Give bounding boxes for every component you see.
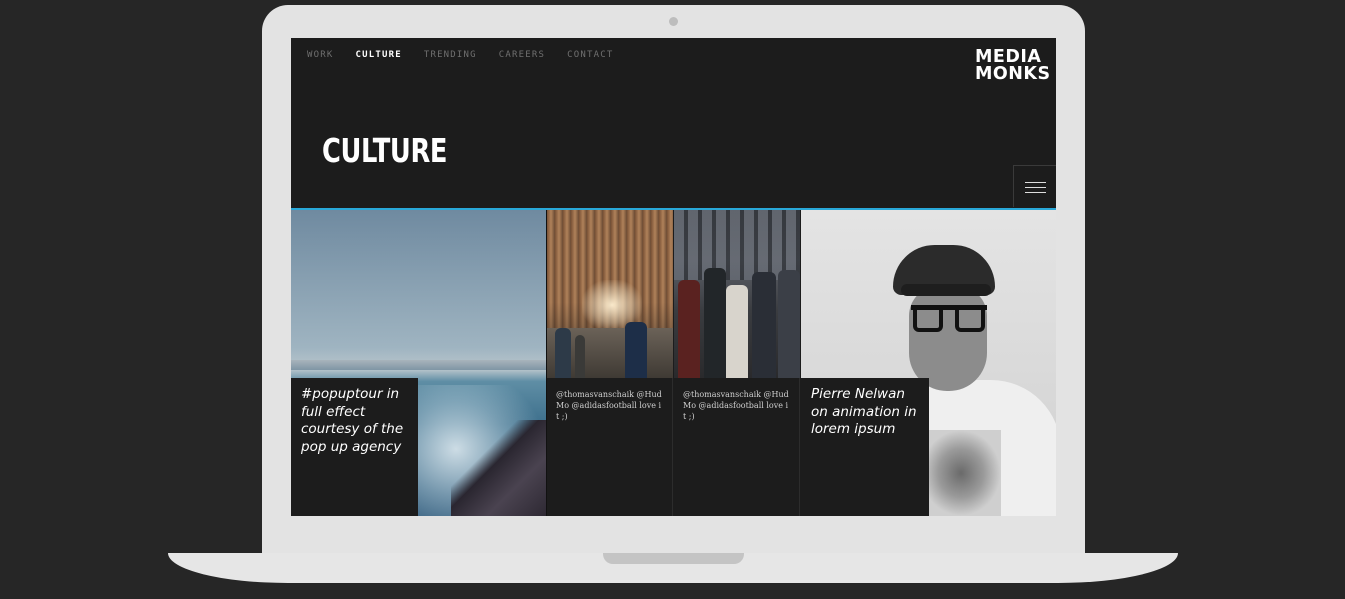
caption-text: Pierre Nelwan on animation in lorem ipsu… — [811, 386, 917, 437]
caption-text: @thomasvanschaik @HudMo @adidasfootball … — [683, 390, 789, 421]
caption-text: @thomasvanschaik @HudMo @adidasfootball … — [556, 390, 662, 421]
hangar-photo[interactable] — [547, 210, 673, 378]
laptop-notch — [603, 553, 744, 564]
tile-caption-1[interactable]: #popuptour in full effect courtesy of th… — [291, 378, 418, 516]
nav-culture[interactable]: CULTURE — [355, 50, 401, 60]
menu-button[interactable] — [1013, 165, 1056, 207]
culture-grid: #popuptour in full effect courtesy of th… — [291, 210, 1056, 516]
logo-line-2: MONKS — [975, 64, 1051, 84]
nav-contact[interactable]: CONTACT — [567, 50, 613, 60]
nav-trending[interactable]: TRENDING — [424, 50, 477, 60]
tile-caption-2[interactable]: @thomasvanschaik @HudMo @adidasfootball … — [547, 378, 673, 516]
camera-icon — [669, 17, 678, 26]
tile-caption-3[interactable]: @thomasvanschaik @HudMo @adidasfootball … — [674, 378, 800, 516]
page-title: CULTURE — [322, 131, 448, 170]
website-screen: WORK CULTURE TRENDING CAREERS CONTACT ME… — [291, 38, 1056, 516]
nav-careers[interactable]: CAREERS — [499, 50, 545, 60]
nav-work[interactable]: WORK — [307, 50, 333, 60]
tile-caption-4[interactable]: Pierre Nelwan on animation in lorem ipsu… — [801, 378, 929, 516]
mediamonks-logo[interactable]: MEDIA MONKS — [975, 48, 1051, 84]
caption-text: #popuptour in full effect courtesy of th… — [301, 386, 404, 455]
main-nav: WORK CULTURE TRENDING CAREERS CONTACT — [307, 50, 613, 60]
street-group-photo[interactable] — [674, 210, 800, 378]
